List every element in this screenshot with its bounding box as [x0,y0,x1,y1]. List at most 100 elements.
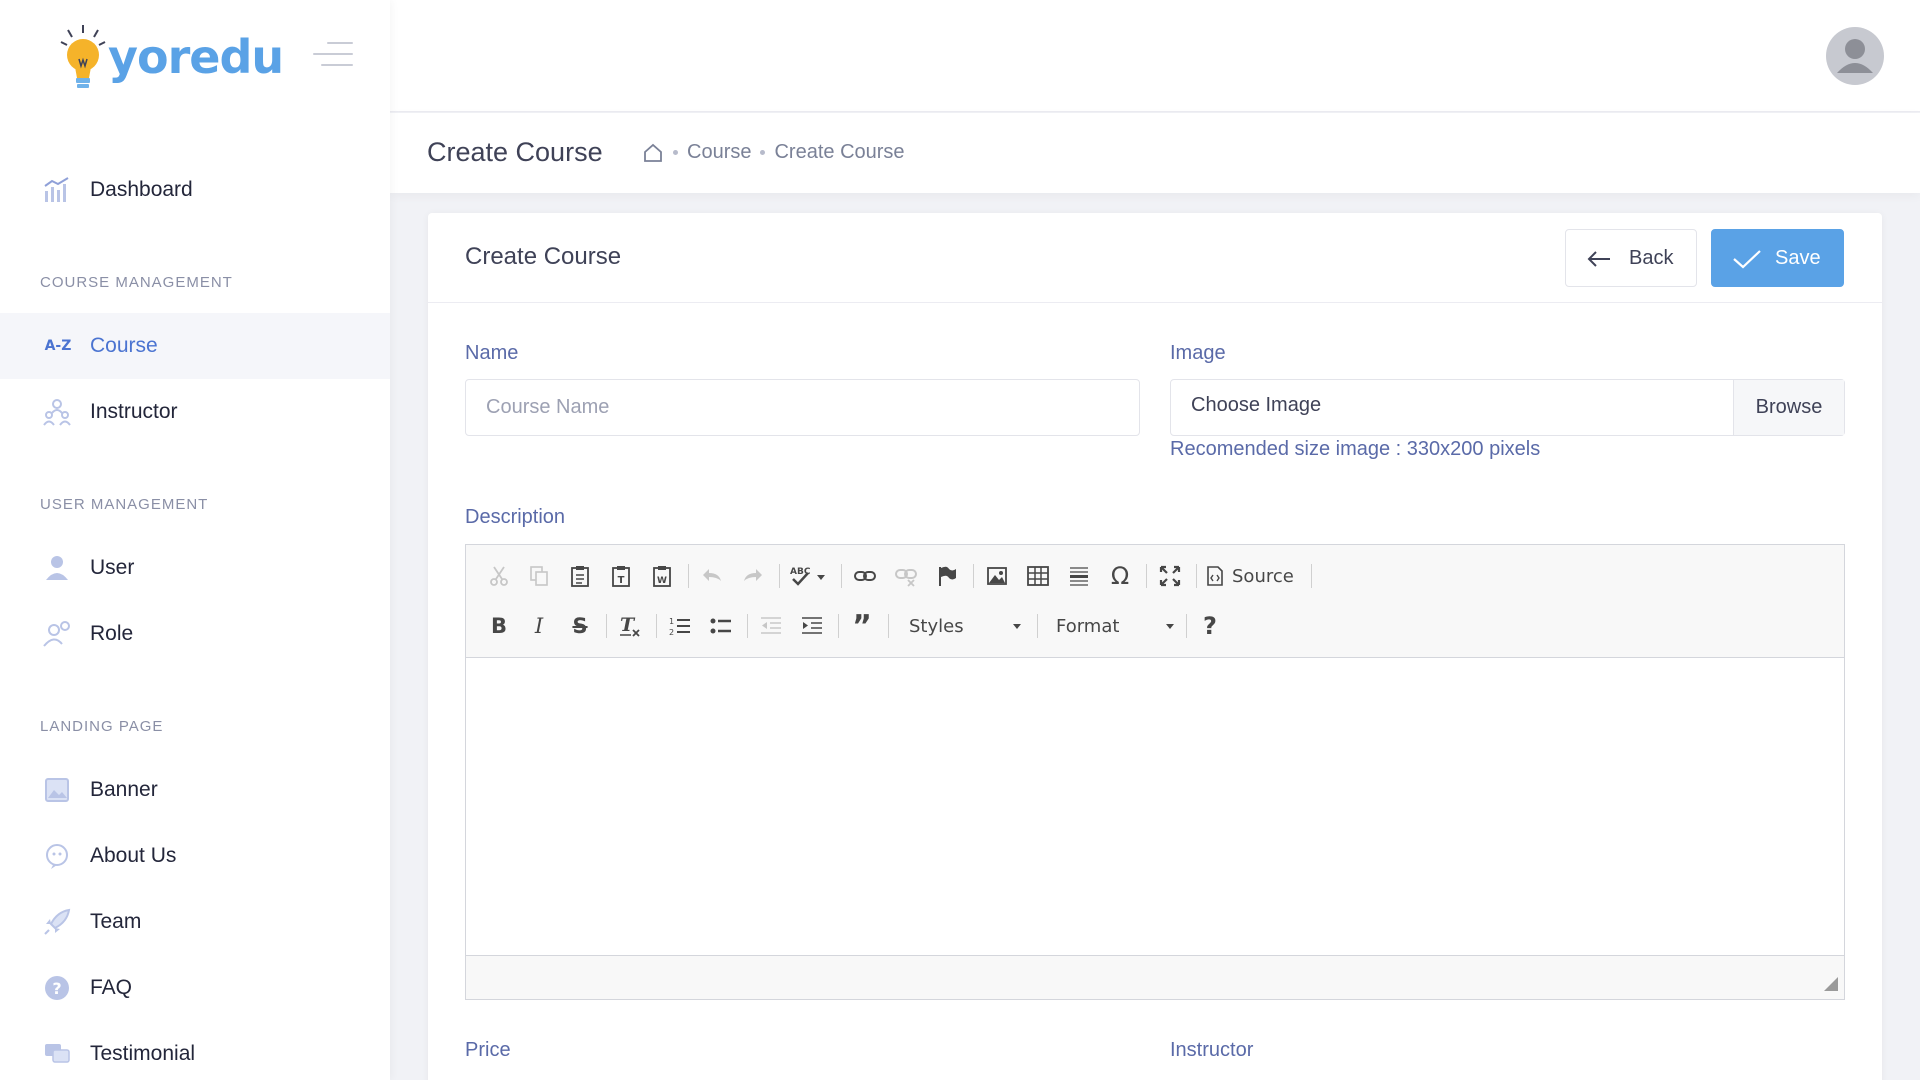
sidebar-item-banner[interactable]: Banner [0,757,390,823]
course-name-input[interactable]: Course Name [465,379,1140,436]
remove-format-icon[interactable]: T [615,611,645,641]
redo-icon[interactable] [738,561,768,591]
table-icon[interactable] [1023,561,1053,591]
sidebar-item-label: User [90,556,135,579]
format-label: Format [1056,615,1120,637]
check-icon [1733,250,1761,269]
sidebar-item-label: Course [90,334,158,357]
save-button-label: Save [1775,247,1821,269]
sidebar-item-label: Banner [90,778,158,801]
sidebar-item-label: Testimonial [90,1042,196,1065]
sidebar-item-label: Instructor [90,400,178,423]
format-dropdown[interactable]: Format [1056,611,1174,641]
spellcheck-icon[interactable]: ABC [788,561,828,591]
paste-word-icon[interactable]: W [647,561,677,591]
sidebar-item-label: About Us [90,844,177,867]
create-course-card: Create Course Back Save Name Course Name… [428,213,1882,1080]
indent-icon[interactable] [797,611,827,641]
breadcrumb-course[interactable]: Course [687,141,751,164]
course-name-placeholder: Course Name [486,396,610,418]
svg-text:1: 1 [669,617,674,626]
sidebar-item-label: Dashboard [90,178,193,201]
editor-toolbar: T W ABC Ω Source B I S T 1 2 ” Styles Fo… [466,545,1844,658]
special-character-icon[interactable]: Ω [1105,561,1135,591]
chat-icon [43,842,71,870]
source-button[interactable]: Source [1206,561,1301,591]
italic-icon[interactable]: I [524,611,554,641]
comments-icon [43,1040,71,1068]
price-label: Price [465,1039,511,1061]
top-bar [390,0,1920,112]
maximize-icon[interactable] [1155,561,1185,591]
sidebar-item-about-us[interactable]: About Us [0,823,390,889]
link-icon[interactable] [850,561,880,591]
sidebar-item-instructor[interactable]: Instructor [0,379,390,445]
lightbulb-icon [60,25,106,88]
menu-toggle-icon[interactable] [313,40,353,70]
breadcrumb: Course Create Course [642,141,905,164]
bold-icon[interactable]: B [484,611,514,641]
section-title-user-management: USER MANAGEMENT [40,496,209,513]
styles-label: Styles [909,615,964,637]
sidebar-item-testimonial[interactable]: Testimonial [0,1021,390,1080]
image-file-text: Choose Image [1191,394,1322,416]
paste-icon[interactable] [565,561,595,591]
blockquote-icon[interactable]: ” [847,609,877,644]
horizontal-rule-icon[interactable] [1064,561,1094,591]
cut-icon[interactable] [484,561,514,591]
svg-text:ABC: ABC [790,567,811,577]
editor-status-bar [466,955,1844,999]
chart-icon [43,176,71,204]
save-button[interactable]: Save [1711,229,1844,287]
sidebar-item-faq[interactable]: ? FAQ [0,955,390,1021]
home-icon[interactable] [642,142,664,164]
breadcrumb-create-course[interactable]: Create Course [774,141,904,164]
logo[interactable]: yoredu [58,22,284,92]
svg-text:?: ? [52,979,61,998]
anchor-flag-icon[interactable] [932,561,962,591]
copy-icon[interactable] [524,561,554,591]
undo-icon[interactable] [697,561,727,591]
browse-button[interactable]: Browse [1733,380,1844,435]
help-icon[interactable]: ? [1195,611,1225,641]
sidebar-item-course[interactable]: A-Z Course [0,313,390,379]
paste-text-icon[interactable]: T [606,561,636,591]
section-title-course-management: COURSE MANAGEMENT [40,274,233,291]
avatar-icon[interactable] [1826,27,1884,85]
styles-dropdown[interactable]: Styles [909,611,1021,641]
sidebar-item-role[interactable]: Role [0,601,390,667]
editor-content-area[interactable] [466,658,1844,956]
sidebar-item-dashboard[interactable]: Dashboard [0,157,390,223]
svg-text:T: T [618,575,625,586]
numbered-list-icon[interactable]: 12 [665,611,695,641]
chevron-down-icon [1013,624,1021,629]
source-icon [1207,566,1223,586]
instructor-label: Instructor [1170,1039,1254,1061]
sidebar-item-label: Team [90,910,142,933]
sidebar-item-team[interactable]: Team [0,889,390,955]
image-file-input[interactable]: Choose Image Browse [1170,379,1845,436]
svg-text:2: 2 [669,628,674,637]
chevron-down-icon [1166,624,1174,629]
banner-icon [43,776,71,804]
outdent-icon[interactable] [756,611,786,641]
logo-text: yoredu [108,30,284,84]
card-title: Create Course [465,243,622,270]
user-icon [43,554,71,582]
svg-text:T: T [620,614,636,636]
sidebar-item-label: FAQ [90,976,133,999]
description-label: Description [465,506,566,528]
sidebar-item-label: Role [90,622,134,645]
resize-handle-icon[interactable] [1824,977,1838,991]
strikethrough-icon[interactable]: S [565,611,595,641]
unlink-icon[interactable] [891,561,921,591]
description-editor: T W ABC Ω Source B I S T 1 2 ” Styles Fo… [465,544,1845,1000]
back-button[interactable]: Back [1565,229,1697,287]
sidebar-item-user[interactable]: User [0,535,390,601]
bullet-list-icon[interactable] [706,611,736,641]
az-icon: A-Z [44,338,72,354]
card-header: Create Course Back Save [428,213,1882,303]
arrow-left-icon [1587,251,1610,267]
page-title: Create Course [427,137,603,167]
image-icon[interactable] [982,561,1012,591]
